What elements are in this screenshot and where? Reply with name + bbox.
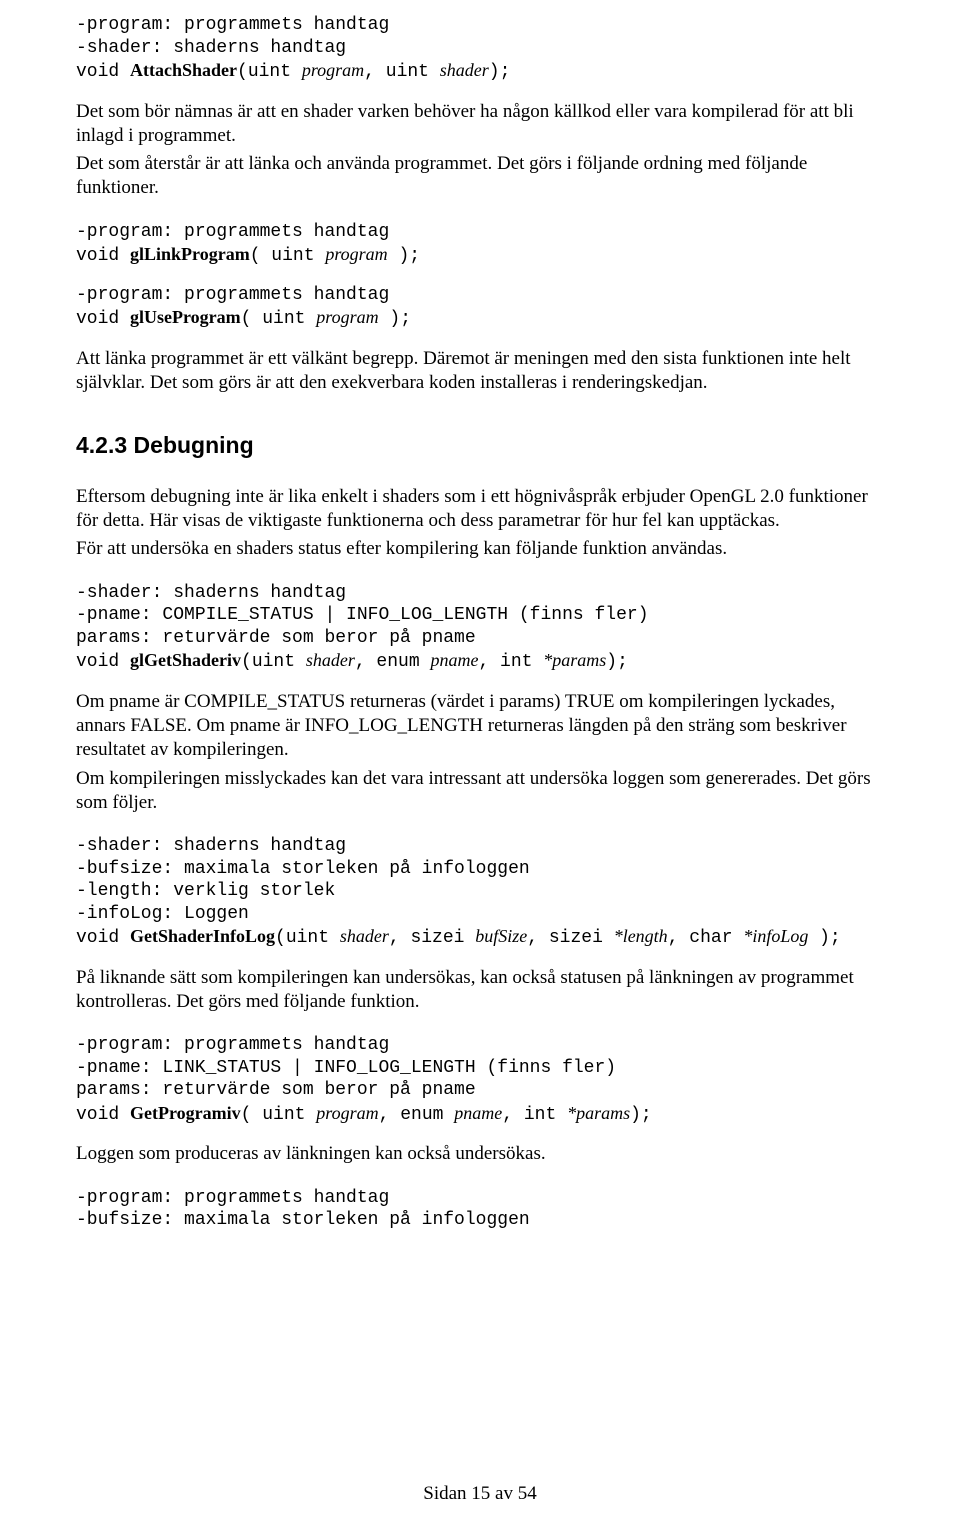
code-block-2: -program: programmets handtag void glLin… <box>76 221 884 268</box>
page-footer: Sidan 15 av 54 <box>0 1482 960 1506</box>
code-block-1: -program: programmets handtag -shader: s… <box>76 14 884 84</box>
code-line: params: returvärde som beror på pname <box>76 628 476 648</box>
code-line: void glLinkProgram( uint program ); <box>76 246 420 266</box>
code-line: -bufsize: maximala storleken på infologg… <box>76 1210 530 1230</box>
code-line: void AttachShader(uint program, uint sha… <box>76 62 510 82</box>
code-block-4: -shader: shaderns handtag -pname: COMPIL… <box>76 582 884 674</box>
paragraph: Om kompileringen misslyckades kan det va… <box>76 767 884 816</box>
code-line: void GetShaderInfoLog(uint shader, sizei… <box>76 928 841 948</box>
code-line: -pname: LINK_STATUS | INFO_LOG_LENGTH (f… <box>76 1058 616 1078</box>
code-line: -program: programmets handtag <box>76 222 389 242</box>
code-line: -program: programmets handtag <box>76 285 389 305</box>
paragraph: Det som bör nämnas är att en shader vark… <box>76 100 884 149</box>
code-line: -shader: shaderns handtag <box>76 583 346 603</box>
code-line: void glGetShaderiv(uint shader, enum pna… <box>76 652 628 672</box>
section-heading: 4.2.3 Debugning <box>76 431 884 460</box>
paragraph: Eftersom debugning inte är lika enkelt i… <box>76 485 884 534</box>
code-block-5: -shader: shaderns handtag -bufsize: maxi… <box>76 835 884 950</box>
code-line: -program: programmets handtag <box>76 15 389 35</box>
paragraph: Det som återstår är att länka och använd… <box>76 152 884 201</box>
code-line: -shader: shaderns handtag <box>76 38 346 58</box>
paragraph: Att länka programmet är ett välkänt begr… <box>76 347 884 396</box>
code-block-3: -program: programmets handtag void glUse… <box>76 284 884 331</box>
code-line: -program: programmets handtag <box>76 1035 389 1055</box>
paragraph: På liknande sätt som kompileringen kan u… <box>76 966 884 1015</box>
code-line: -shader: shaderns handtag <box>76 836 346 856</box>
code-line: void glUseProgram( uint program ); <box>76 309 411 329</box>
code-line: void GetProgramiv( uint program, enum pn… <box>76 1105 652 1125</box>
paragraph: För att undersöka en shaders status efte… <box>76 537 884 561</box>
code-block-7: -program: programmets handtag -bufsize: … <box>76 1187 884 1232</box>
code-line: -pname: COMPILE_STATUS | INFO_LOG_LENGTH… <box>76 605 649 625</box>
code-line: -bufsize: maximala storleken på infologg… <box>76 859 530 879</box>
code-line: -program: programmets handtag <box>76 1188 389 1208</box>
code-line: params: returvärde som beror på pname <box>76 1080 476 1100</box>
code-line: -infoLog: Loggen <box>76 904 249 924</box>
paragraph: Loggen som produceras av länkningen kan … <box>76 1142 884 1166</box>
code-line: -length: verklig storlek <box>76 881 335 901</box>
document-page: -program: programmets handtag -shader: s… <box>0 0 960 1534</box>
code-block-6: -program: programmets handtag -pname: LI… <box>76 1034 884 1126</box>
paragraph: Om pname är COMPILE_STATUS returneras (v… <box>76 690 884 763</box>
